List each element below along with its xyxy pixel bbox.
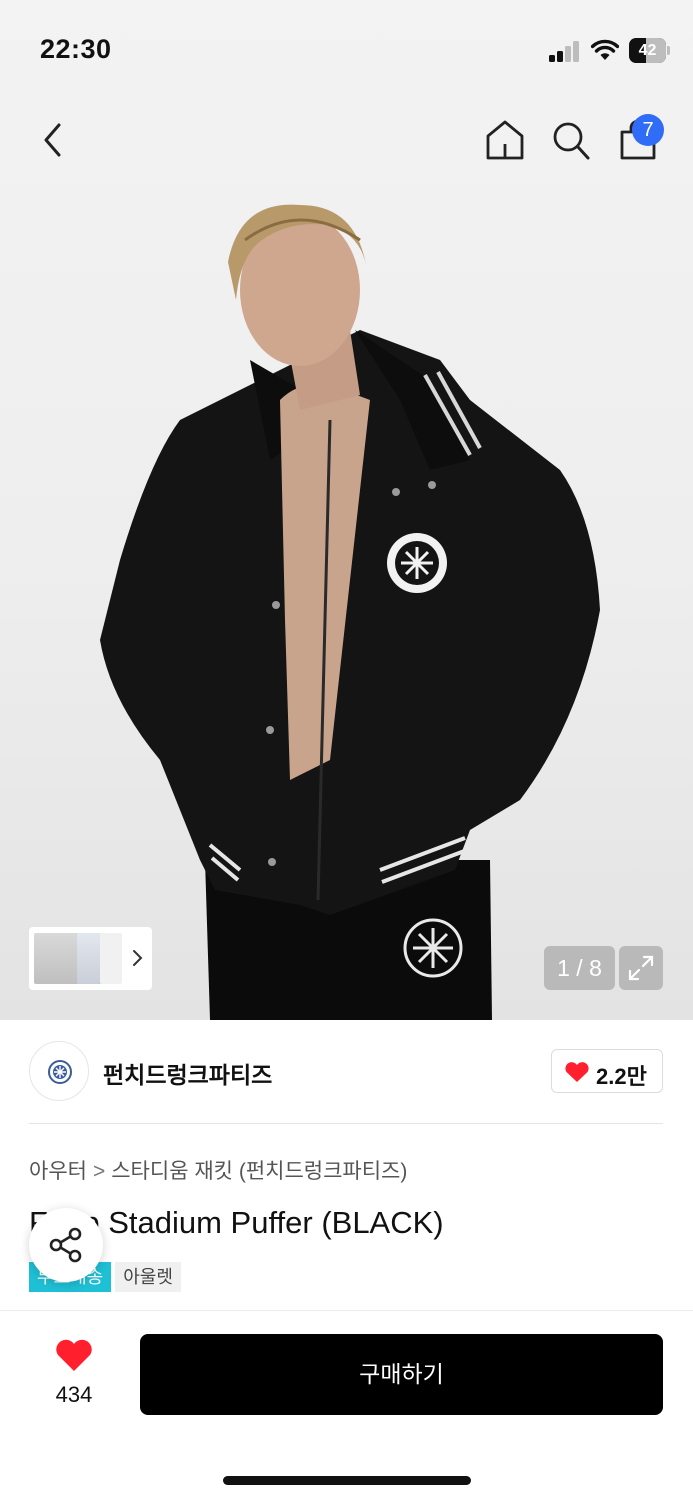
share-icon	[49, 1227, 82, 1263]
breadcrumb: 아우터 > 스타디움 재킷 (펀치드렁크파티즈)	[29, 1155, 407, 1185]
wifi-icon	[591, 39, 619, 60]
chevron-right-icon: >	[92, 1160, 106, 1183]
battery-icon: 42	[629, 38, 670, 63]
wishlist-count: 434	[55, 1382, 93, 1407]
brand-like-button[interactable]: 2.2만	[551, 1049, 663, 1093]
image-thumbnails[interactable]	[29, 927, 152, 990]
search-icon[interactable]	[550, 118, 592, 162]
image-counter: 1 / 8	[544, 946, 615, 990]
cart-count-badge: 7	[632, 114, 664, 146]
bottom-bar-divider	[0, 1310, 693, 1311]
expand-button[interactable]	[619, 946, 663, 990]
chevron-right-icon	[133, 950, 143, 966]
outlet-tag: 아울렛	[115, 1262, 181, 1292]
back-icon[interactable]	[36, 120, 70, 160]
battery-level: 42	[638, 42, 657, 59]
thumbnail-3[interactable]	[100, 933, 122, 984]
breadcrumb-category[interactable]: 아우터	[29, 1160, 87, 1183]
expand-icon	[628, 955, 654, 981]
share-button[interactable]	[29, 1208, 103, 1282]
thumbnail-1[interactable]	[34, 933, 82, 984]
cellular-signal-icon	[549, 40, 581, 62]
home-icon[interactable]	[484, 118, 526, 162]
home-indicator	[223, 1476, 471, 1485]
brand-name[interactable]: 펀치드렁크파티즈	[103, 1056, 272, 1090]
status-bar: 22:30 42	[0, 0, 693, 100]
breadcrumb-subcategory[interactable]: 스타디움 재킷 (펀치드렁크파티즈)	[111, 1160, 407, 1183]
buy-button[interactable]: 구매하기	[140, 1334, 663, 1415]
brand-row[interactable]: 펀치드렁크파티즈 2.2만	[29, 1041, 663, 1101]
heart-icon	[56, 1339, 92, 1371]
wishlist-button[interactable]: 434	[40, 1338, 108, 1410]
brand-like-count: 2.2만	[596, 1064, 647, 1089]
brand-logo-icon	[48, 1060, 72, 1084]
status-time: 22:30	[40, 34, 112, 64]
brand-logo[interactable]	[29, 1041, 89, 1101]
heart-icon	[565, 1062, 589, 1082]
divider	[29, 1123, 663, 1124]
